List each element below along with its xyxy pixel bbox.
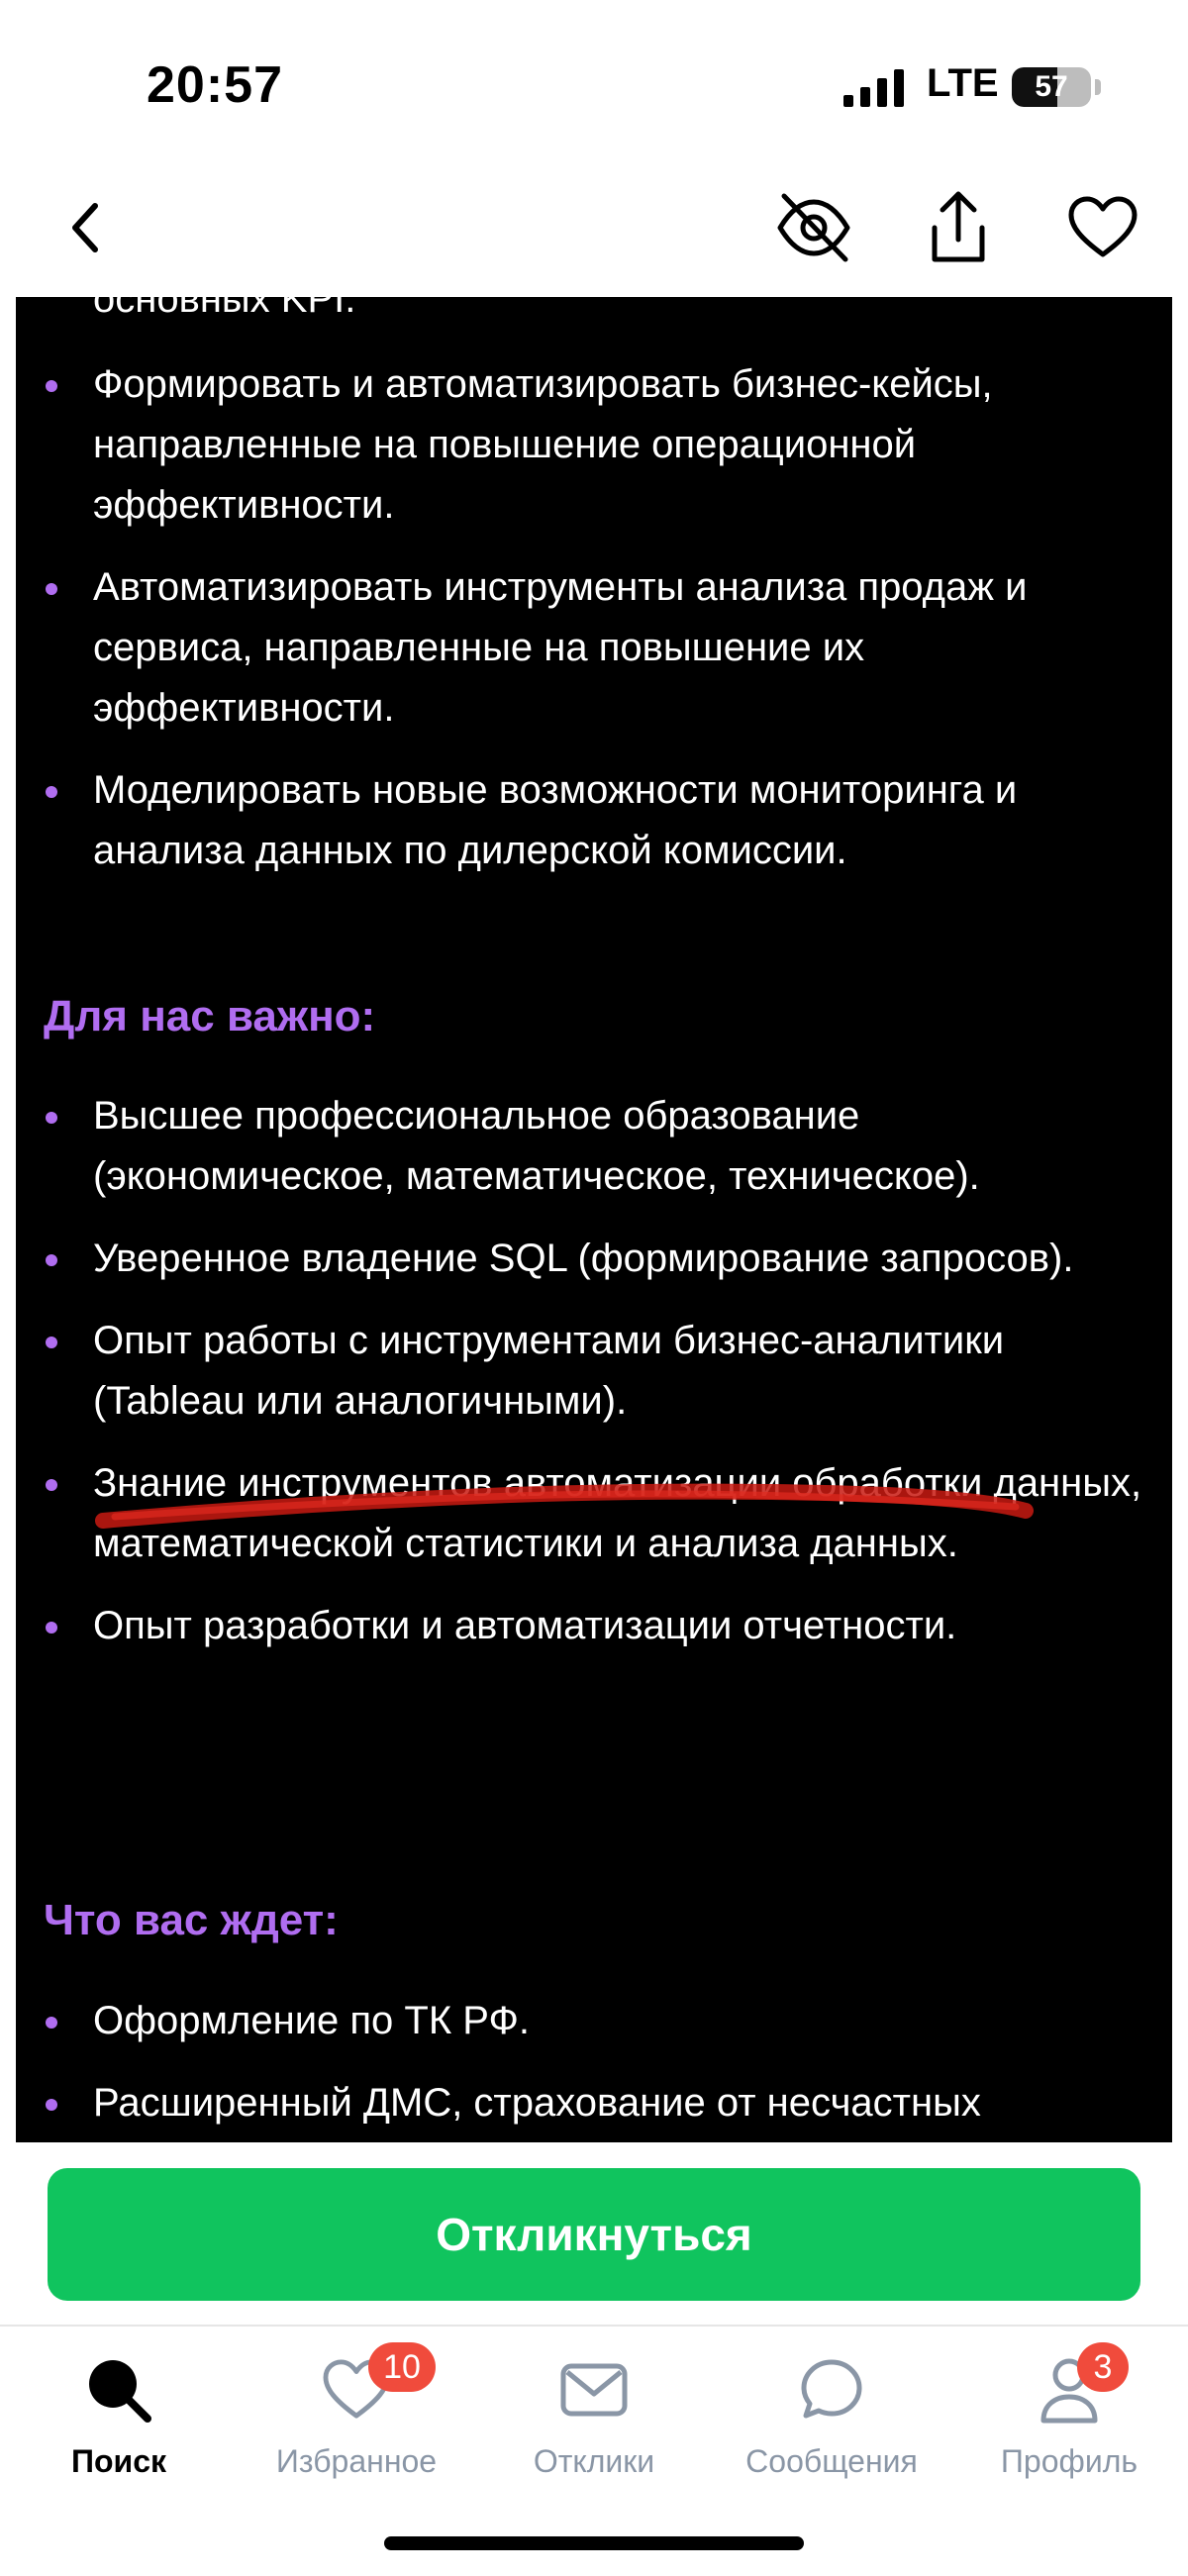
- tab-label: Профиль: [1000, 2443, 1138, 2479]
- tab-label: Избранное: [275, 2443, 438, 2479]
- tab-label: Сообщения: [745, 2443, 918, 2479]
- nav-bar: [0, 158, 1188, 297]
- partial-text: основных KPI.: [93, 297, 356, 321]
- tab-favorites[interactable]: 10 Избранное: [238, 2327, 475, 2525]
- list-item: Опыт разработки и автоматизации отчетнос…: [16, 1596, 1172, 1656]
- back-button[interactable]: [46, 188, 125, 267]
- home-indicator: [384, 2536, 804, 2550]
- search-icon: [79, 2350, 158, 2429]
- battery-icon: 57: [1012, 67, 1091, 107]
- cta-area: Откликнуться: [0, 2142, 1188, 2325]
- share-icon: [932, 191, 985, 262]
- list-item: Знание инструментов автоматизации обрабо…: [16, 1453, 1172, 1574]
- battery-nub: [1095, 79, 1101, 95]
- hide-vacancy-button[interactable]: [774, 188, 853, 267]
- favorite-button[interactable]: [1063, 188, 1142, 267]
- person-icon: 3: [1030, 2342, 1129, 2429]
- list-item: Оформление по ТК РФ.: [16, 1991, 1172, 2051]
- envelope-icon: [554, 2350, 634, 2429]
- eye-off-icon: [777, 193, 850, 262]
- tab-label: Поиск: [70, 2443, 167, 2479]
- requirements-title: Для нас важно:: [44, 992, 376, 1040]
- chevron-left-icon: [72, 203, 98, 252]
- list-item: Уверенное владение SQL (формирование зап…: [16, 1229, 1172, 1289]
- status-time: 20:57: [147, 56, 283, 114]
- status-bar: 20:57 LTE 57: [0, 0, 1188, 158]
- list-item: Опыт работы с инструментами бизнес-анали…: [16, 1311, 1172, 1432]
- requirements-list: Высшее профессиональное образование (эко…: [16, 1086, 1172, 1678]
- tab-search[interactable]: Поиск: [0, 2327, 238, 2525]
- benefits-title: Что вас ждет:: [44, 1896, 339, 1944]
- heart-icon: [1068, 196, 1138, 257]
- list-item: Автоматизировать инструменты анализа про…: [16, 557, 1172, 739]
- signal-icon: [843, 69, 904, 107]
- tab-label: Отклики: [533, 2443, 655, 2479]
- favorites-badge: 10: [368, 2342, 436, 2392]
- tab-profile[interactable]: 3 Профиль: [950, 2327, 1188, 2525]
- list-item: Формировать и автоматизировать бизнес-ке…: [16, 354, 1172, 536]
- chat-bubble-icon: [792, 2350, 871, 2429]
- respond-button[interactable]: Откликнуться: [48, 2168, 1140, 2301]
- list-item: Моделировать новые возможности мониторин…: [16, 760, 1172, 881]
- list-item: Расширенный ДМС, страхование от несчастн…: [16, 2073, 1172, 2133]
- heart-icon: 10: [317, 2342, 436, 2429]
- tab-responses[interactable]: Отклики: [475, 2327, 713, 2525]
- list-item: Высшее профессиональное образование (эко…: [16, 1086, 1172, 1207]
- network-type: LTE: [927, 61, 999, 105]
- profile-badge: 3: [1077, 2342, 1129, 2392]
- tab-messages[interactable]: Сообщения: [713, 2327, 950, 2525]
- share-button[interactable]: [919, 188, 998, 267]
- benefits-list: Оформление по ТК РФ. Расширенный ДМС, ст…: [16, 1991, 1172, 2142]
- duties-list: Формировать и автоматизировать бизнес-ке…: [16, 354, 1172, 903]
- battery-level: 57: [1035, 70, 1068, 103]
- vacancy-description[interactable]: основных KPI. Формировать и автоматизиро…: [16, 297, 1172, 2142]
